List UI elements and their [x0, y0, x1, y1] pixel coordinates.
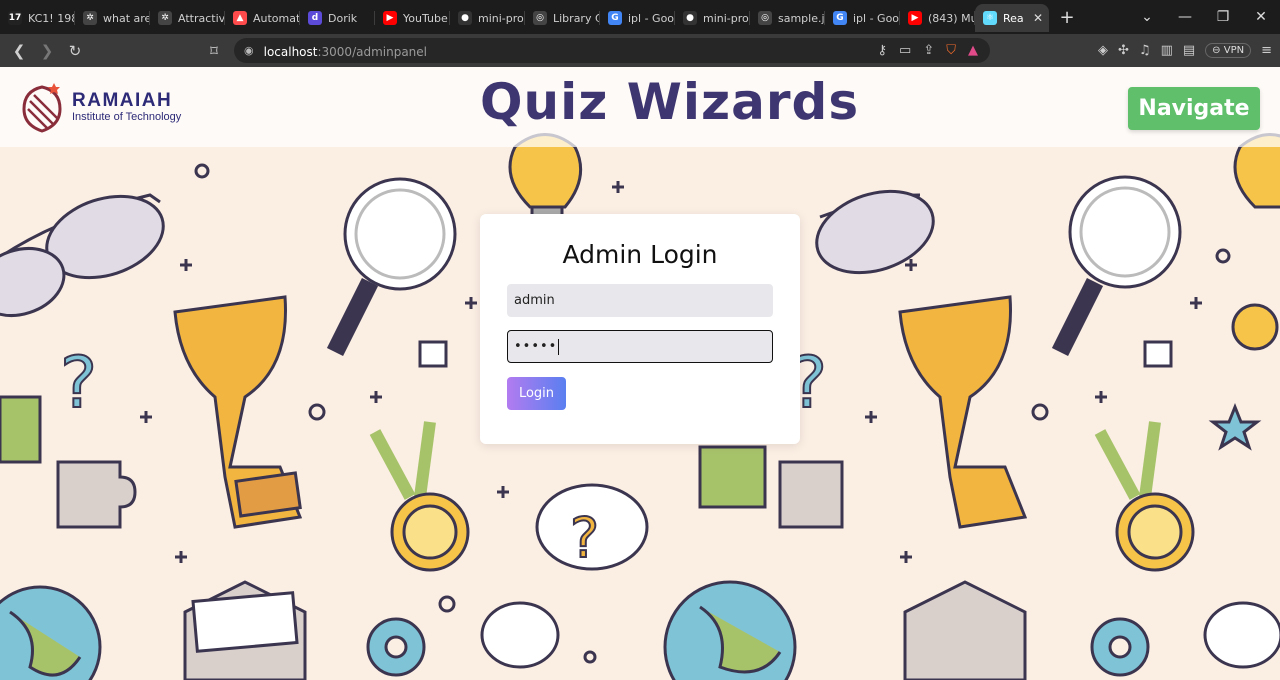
google-icon: G: [608, 11, 622, 25]
tab-title: sample.j: [778, 11, 825, 25]
url-path: :3000/adminpanel: [317, 45, 428, 59]
new-tab-button[interactable]: +: [1049, 7, 1085, 28]
envelope-doodle: [183, 580, 1027, 680]
tab-title: Dorik: [328, 11, 358, 25]
minimize-button[interactable]: —: [1166, 0, 1204, 34]
site-info-icon[interactable]: ◉: [244, 44, 254, 57]
checkbox-doodle: [418, 340, 448, 368]
logo-name: RAMAIAH: [72, 89, 173, 111]
star-doodle: [1208, 402, 1262, 451]
maximize-button[interactable]: ❐: [1204, 0, 1242, 34]
tab-title: Attractiv: [178, 11, 225, 25]
tab-title: YouTube: [403, 11, 448, 25]
media-icon[interactable]: ♫: [1139, 43, 1151, 58]
browser-tab[interactable]: ✲ what are: [75, 4, 150, 32]
tab-title: Rea: [1003, 11, 1024, 25]
navigate-button[interactable]: Navigate: [1128, 87, 1260, 130]
window-controls: ⌄ — ❐ ✕: [1128, 0, 1280, 34]
bookmark-icon[interactable]: ⌑: [200, 42, 228, 60]
svg-text:?: ?: [60, 342, 97, 424]
forward-button[interactable]: ❯: [33, 42, 61, 60]
cast-icon[interactable]: ▭: [899, 43, 911, 58]
admin-panel-page: ? ? ? RAMAIAH Institute of Technology Qu…: [0, 67, 1280, 680]
password-input[interactable]: •••••: [507, 330, 773, 363]
browser-tab[interactable]: ✲ Attractiv: [150, 4, 225, 32]
institute-logo: RAMAIAH Institute of Technology: [20, 81, 181, 133]
browser-tab[interactable]: ▲ Automat: [225, 4, 300, 32]
browser-tab[interactable]: ● mini-pro: [450, 4, 525, 32]
tab-title: ipl - Goo: [628, 11, 675, 25]
svg-text:?: ?: [570, 506, 599, 570]
tab-title: Library C: [553, 11, 600, 25]
brave-rewards-icon[interactable]: ▲: [968, 43, 978, 58]
reload-button[interactable]: ↻: [61, 42, 89, 60]
browser-tab[interactable]: ▶ (843) Mu: [900, 4, 975, 32]
react-icon: ⚛: [983, 11, 997, 25]
smiley-doodle: [1231, 303, 1279, 351]
youtube-icon: ▶: [908, 11, 922, 25]
dorik-icon: d: [308, 11, 322, 25]
login-button[interactable]: Login: [507, 377, 566, 410]
vpn-button[interactable]: ⊖ VPN: [1205, 43, 1252, 58]
tab-title: mini-pro: [703, 11, 749, 25]
github-icon: ●: [458, 11, 472, 25]
address-bar[interactable]: ◉ localhost:3000/adminpanel ⚷ ▭ ⇪ ⛉ ▲: [234, 38, 990, 63]
browser-tab[interactable]: ⚛ Rea ✕: [975, 4, 1049, 32]
tab-title: ipl - Goo: [853, 11, 900, 25]
username-value: admin: [514, 293, 555, 308]
browser-tab[interactable]: d Dorik: [300, 4, 375, 32]
youtube-icon: ▶: [383, 11, 397, 25]
url-host: localhost: [263, 45, 318, 59]
text-caret: [558, 338, 560, 355]
key-icon[interactable]: ⚷: [878, 43, 888, 58]
google-icon: G: [833, 11, 847, 25]
tab-title: Automat: [253, 11, 300, 25]
browser-tab[interactable]: Gipl - Goo: [825, 4, 900, 32]
ramaiah-emblem-icon: [22, 83, 62, 133]
browser-tab[interactable]: ◎ Library C: [525, 4, 600, 32]
admin-login-card: Admin Login admin ••••• Login: [480, 214, 800, 444]
browser-tab[interactable]: ◎ sample.j: [750, 4, 825, 32]
share-icon[interactable]: ⇪: [923, 43, 934, 58]
globe-icon: ◎: [533, 11, 547, 25]
tradingview-icon: 17: [8, 11, 22, 25]
browser-tab[interactable]: Gipl - Goo: [600, 4, 675, 32]
chatgpt-icon: ✲: [158, 11, 172, 25]
menu-icon[interactable]: ≡: [1261, 43, 1272, 58]
login-title: Admin Login: [562, 240, 718, 269]
tab-title: (843) Mu: [928, 11, 975, 25]
extensions-icon[interactable]: ✣: [1118, 43, 1129, 58]
browser-tab-bar: 17 KC1! 198 ✲ what are ✲ Attractiv ▲ Automat d Do…: [0, 0, 1280, 34]
site-title: Quiz Wizards: [480, 73, 860, 131]
wallet-panel-icon[interactable]: ▤: [1183, 43, 1195, 58]
browser-toolbar: ❮ ❯ ↻ ⌑ ◉ localhost:3000/adminpanel ⚷ ▭ …: [0, 34, 1280, 67]
tab-strip: 17 KC1! 198 ✲ what are ✲ Attractiv ▲ Automat d Do…: [0, 2, 1049, 32]
tab-title: mini-pro: [478, 11, 524, 25]
close-tab-icon[interactable]: ✕: [1033, 11, 1049, 25]
github-icon: ●: [683, 11, 697, 25]
vpn-label: VPN: [1223, 45, 1245, 56]
sidebar-icon[interactable]: ▥: [1161, 43, 1173, 58]
username-input[interactable]: admin: [507, 284, 773, 317]
logo-subtitle: Institute of Technology: [72, 110, 182, 123]
wallet-icon[interactable]: ◈: [1098, 43, 1108, 58]
tab-search-icon[interactable]: ⌄: [1128, 0, 1166, 34]
globe-icon: ◎: [758, 11, 772, 25]
close-window-button[interactable]: ✕: [1242, 0, 1280, 34]
chatgpt-icon: ✲: [83, 11, 97, 25]
password-value: •••••: [514, 339, 558, 354]
browser-tab[interactable]: 17 KC1! 198: [0, 4, 75, 32]
tab-title: KC1! 198: [28, 11, 75, 25]
tab-title: what are: [103, 11, 150, 25]
browser-tab[interactable]: ▶ YouTube: [375, 4, 450, 32]
browser-tab[interactable]: ● mini-pro: [675, 4, 750, 32]
brave-shield-icon[interactable]: ⛉: [946, 43, 956, 58]
streamlit-icon: ▲: [233, 11, 247, 25]
back-button[interactable]: ❮: [5, 42, 33, 60]
